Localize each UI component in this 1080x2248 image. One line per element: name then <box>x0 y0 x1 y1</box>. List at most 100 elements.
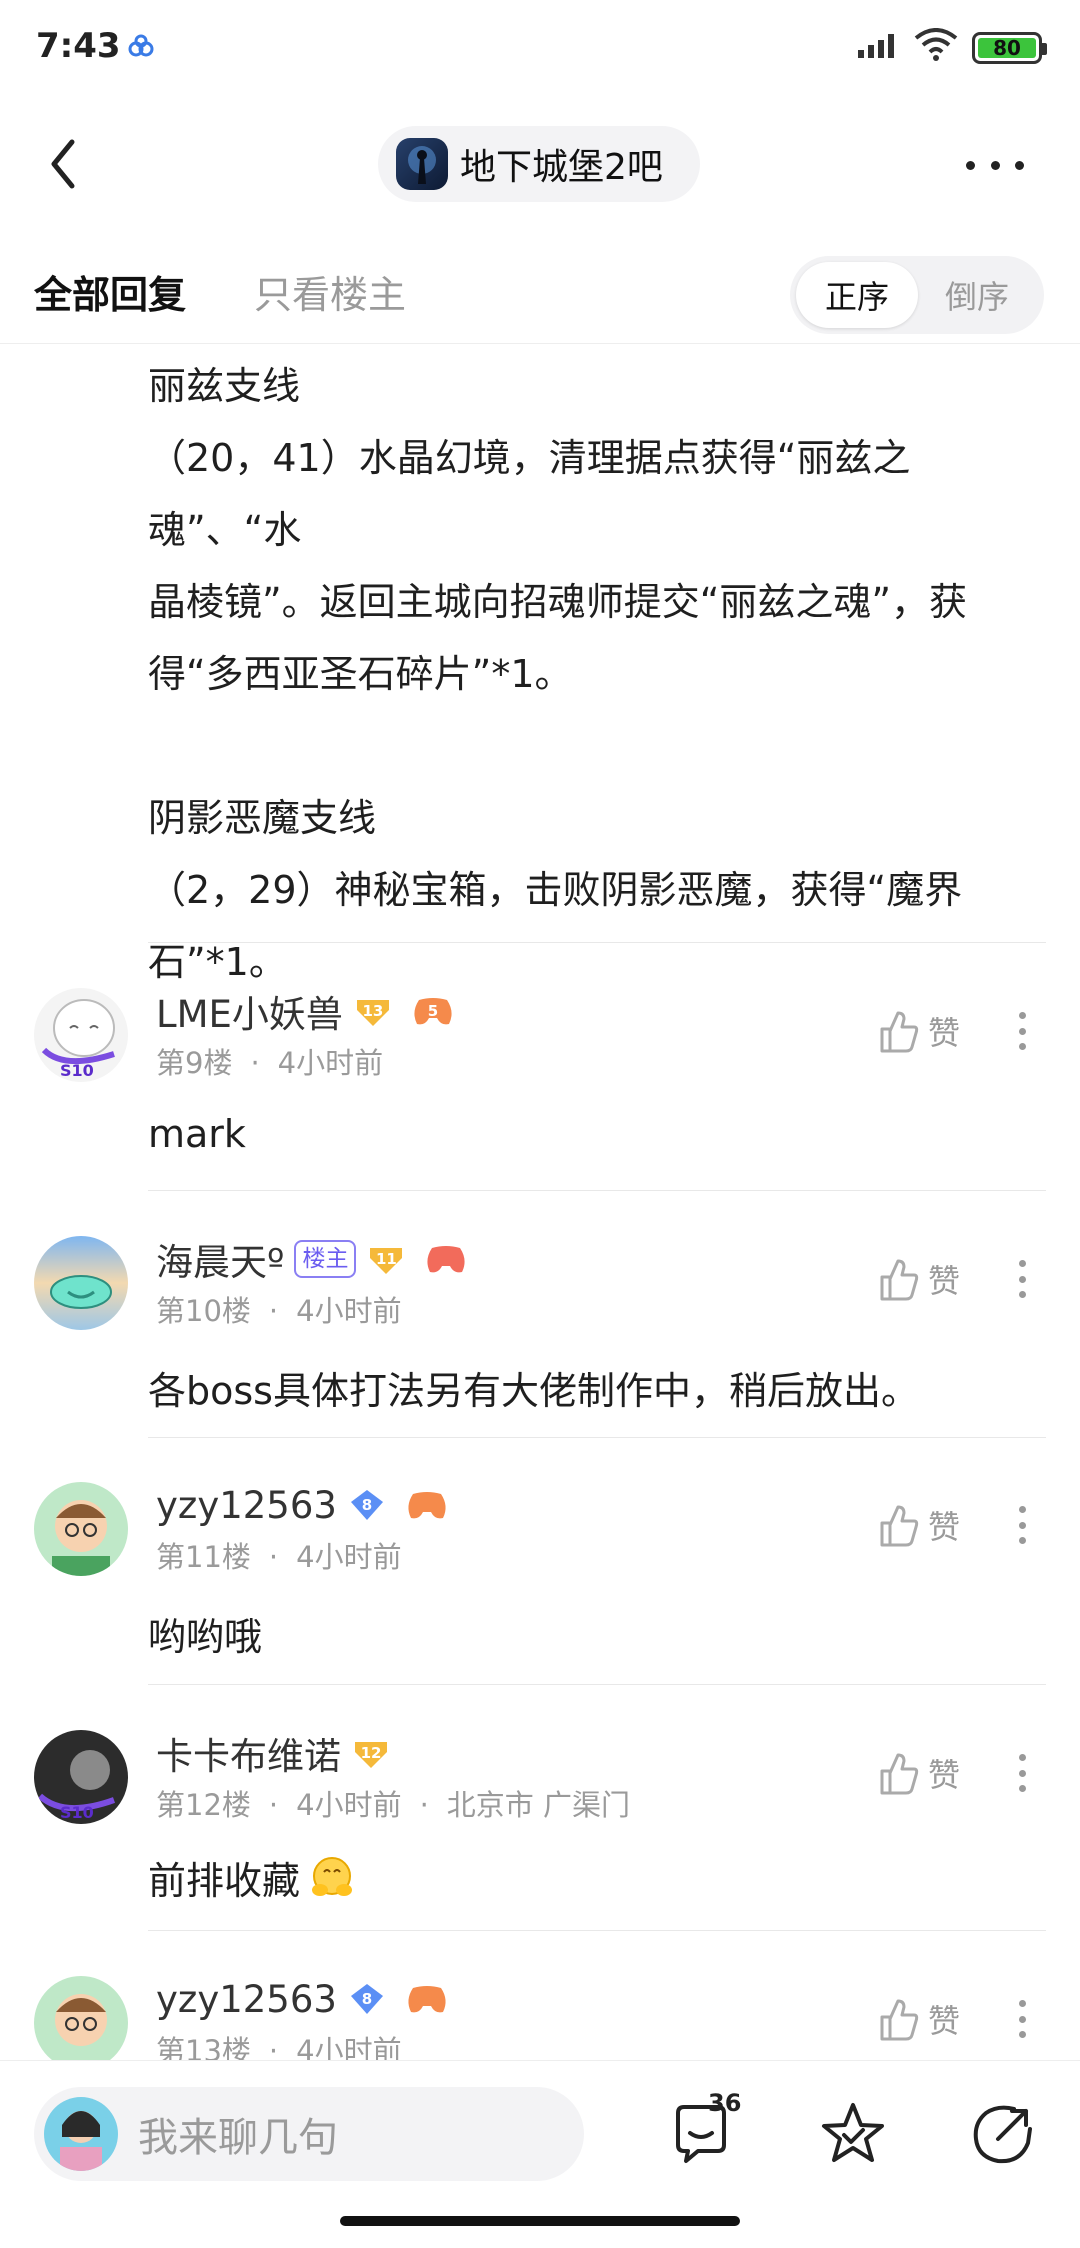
like-label: 赞 <box>928 2002 961 2040</box>
like-icon <box>880 1505 919 1547</box>
post-line: 丽兹支线 <box>148 364 301 408</box>
favorite-button[interactable] <box>818 2099 888 2169</box>
like-button[interactable]: 赞 <box>878 1994 960 2044</box>
reply-more-icon[interactable] <box>1012 1994 1032 2044</box>
like-button[interactable]: 赞 <box>878 1006 960 1056</box>
gamepad-badge-icon <box>424 1242 468 1276</box>
share-button[interactable] <box>968 2099 1038 2169</box>
star-icon <box>822 2103 884 2162</box>
post-line: （2，29）神秘宝箱，击败阴影恶魔，获得“魔界 <box>148 868 963 912</box>
avatar[interactable] <box>34 1482 128 1576</box>
reply-time: 4小时前 <box>277 1046 384 1080</box>
battery-level: 80 <box>978 36 1036 60</box>
reply-time: 4小时前 <box>296 1540 402 1574</box>
reply-time: 4小时前 <box>296 1788 402 1822</box>
status-bar: 7:43 80 <box>0 0 1080 96</box>
like-button[interactable]: 赞 <box>878 1748 960 1798</box>
post-line: 晶棱镜”。返回主城向招魂师提交“丽兹之魂”，获 <box>148 580 968 624</box>
level-badge-icon: 12 <box>351 1736 391 1770</box>
like-label: 赞 <box>928 1262 961 1300</box>
user-line: LME小妖兽 13 5 <box>156 988 455 1036</box>
input-placeholder: 我来聊几句 <box>138 2115 338 2161</box>
user-line: 海晨天º 楼主 11 <box>156 1236 468 1284</box>
back-icon[interactable] <box>40 134 90 194</box>
floor-number: 第11楼 <box>156 1540 251 1574</box>
wifi-icon <box>914 28 958 61</box>
share-icon <box>973 2105 1032 2164</box>
reply-time: 4小时前 <box>296 1294 402 1328</box>
order-descending-button[interactable]: 倒序 <box>916 262 1038 328</box>
svg-text:S10: S10 <box>60 1061 94 1080</box>
order-toggle: 正序 倒序 <box>790 256 1044 334</box>
top-nav: 地下城堡2吧 <box>0 110 1080 220</box>
home-indicator[interactable] <box>340 2216 740 2226</box>
tab-owner-only[interactable]: 只看楼主 <box>254 264 406 319</box>
divider <box>148 1190 1046 1191</box>
more-options-icon[interactable] <box>960 140 1030 190</box>
divider <box>148 1437 1046 1438</box>
level-number: 11 <box>376 1250 397 1268</box>
battery-indicator: 80 <box>972 32 1047 64</box>
level-number: 12 <box>360 1744 382 1762</box>
reply-location: 北京市 广渠门 <box>446 1788 631 1822</box>
reply-meta: 第9楼 · 4小时前 <box>156 1046 384 1080</box>
username[interactable]: 卡卡布维诺 <box>156 1726 341 1780</box>
owner-badge: 楼主 <box>294 1240 357 1278</box>
reply-tabs: 全部回复 只看楼主 正序 倒序 <box>0 250 1080 344</box>
like-icon <box>880 1753 919 1795</box>
comment-button[interactable]: 36 <box>668 2089 741 2169</box>
tab-all-replies[interactable]: 全部回复 <box>34 264 186 319</box>
gamepad-badge-icon: 5 <box>411 994 455 1028</box>
avatar[interactable] <box>34 1976 128 2070</box>
reply-input[interactable]: 我来聊几句 <box>34 2087 584 2181</box>
level-number: 8 <box>361 1496 373 1514</box>
forum-name: 地下城堡2吧 <box>460 147 663 188</box>
reply-text: mark <box>148 1112 246 1156</box>
reply-text-row: 前排收藏 <box>148 1850 356 1905</box>
username[interactable]: yzy12563 <box>156 1978 337 2021</box>
reply-text: 各boss具体打法另有大佬制作中，稍后放出。 <box>148 1369 919 1413</box>
like-button[interactable]: 赞 <box>878 1254 960 1304</box>
username[interactable]: yzy12563 <box>156 1484 337 1527</box>
reply-more-icon[interactable] <box>1012 1254 1032 1304</box>
post-line <box>148 710 1048 782</box>
gamepad-badge-icon <box>405 1488 449 1522</box>
reply-meta: 第12楼 · 4小时前 · 北京市 广渠门 <box>156 1788 631 1822</box>
like-label: 赞 <box>928 1508 961 1546</box>
post-line: 阴影恶魔支线 <box>148 796 377 840</box>
divider <box>148 1684 1046 1685</box>
reply-more-icon[interactable] <box>1012 1748 1032 1798</box>
level-badge-icon: 8 <box>347 1982 387 2016</box>
level-badge-icon: 13 <box>353 994 393 1028</box>
avatar[interactable]: S10 <box>34 988 128 1082</box>
user-line: yzy12563 8 <box>156 1482 449 1528</box>
level-number: 8 <box>361 1990 373 2008</box>
reply-text: 哟哟哦 <box>148 1615 263 1659</box>
user-line: yzy12563 8 <box>156 1976 449 2022</box>
avatar[interactable] <box>34 1236 128 1330</box>
hug-emoji-icon <box>312 1856 353 1896</box>
like-label: 赞 <box>928 1014 961 1052</box>
my-avatar <box>44 2097 118 2171</box>
order-ascending-button[interactable]: 正序 <box>796 262 918 328</box>
forum-logo-icon <box>396 138 448 190</box>
avatar[interactable]: S10 <box>34 1730 128 1824</box>
post-line: 得“多西亚圣石碎片”*1。 <box>148 652 573 696</box>
floor-number: 第10楼 <box>156 1294 251 1328</box>
signal-icon <box>858 34 894 58</box>
post-content: 丽兹支线 （20，41）水晶幻境，清理据点获得“丽兹之魂”、“水 晶棱镜”。返回… <box>148 350 1048 998</box>
reply-more-icon[interactable] <box>1012 1006 1032 1056</box>
like-icon <box>880 1011 919 1053</box>
user-line: 卡卡布维诺 12 <box>156 1730 391 1778</box>
forum-title-pill[interactable]: 地下城堡2吧 <box>378 126 700 202</box>
reply-more-icon[interactable] <box>1012 1500 1032 1550</box>
divider <box>148 942 1046 943</box>
level-number: 13 <box>362 1002 384 1020</box>
level-badge-icon: 8 <box>347 1488 387 1522</box>
floor-number: 第12楼 <box>156 1788 251 1822</box>
username[interactable]: 海晨天º <box>156 1232 284 1286</box>
comment-count: 36 <box>708 2089 742 2117</box>
like-button[interactable]: 赞 <box>878 1500 960 1550</box>
reply-meta: 第10楼 · 4小时前 <box>156 1294 402 1328</box>
username[interactable]: LME小妖兽 <box>156 984 343 1038</box>
